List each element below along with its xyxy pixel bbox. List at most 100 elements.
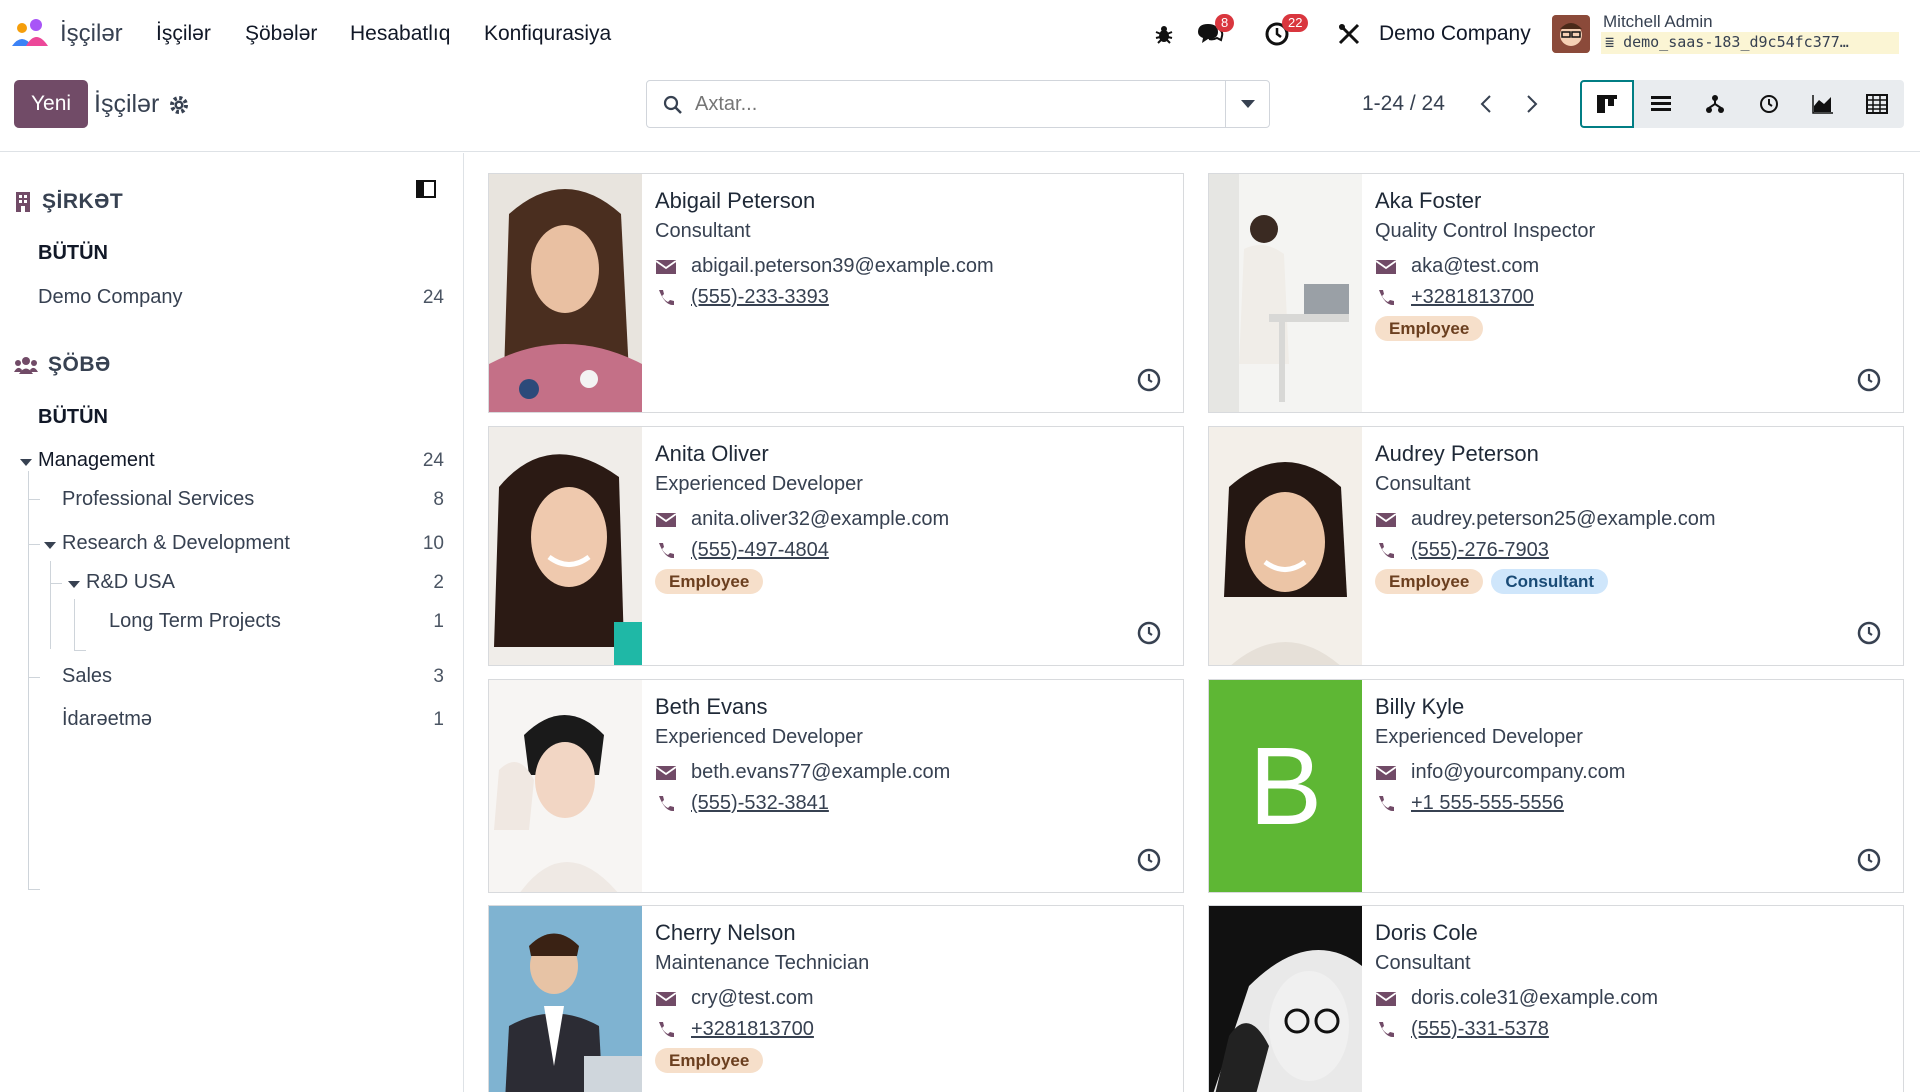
menu-departments[interactable]: Şöbələr — [245, 22, 317, 46]
employee-email: cry@test.com — [691, 987, 814, 1009]
employee-card[interactable]: Audrey Peterson Consultant audrey.peters… — [1208, 426, 1904, 666]
department-long-term-projects[interactable]: Long Term Projects 1 — [0, 608, 464, 638]
app-name[interactable]: İşçilər — [60, 20, 123, 48]
list-view-button[interactable] — [1634, 80, 1688, 128]
employee-phone[interactable]: +3281813700 — [1411, 286, 1534, 309]
view-switcher — [1580, 80, 1904, 128]
new-button[interactable]: Yeni — [14, 80, 88, 128]
tag-employee: Employee — [1375, 569, 1484, 594]
employee-phone[interactable]: +3281813700 — [691, 1018, 814, 1041]
department-administration[interactable]: İdarəetmə 1 — [0, 706, 464, 736]
activity-clock-icon[interactable] — [1137, 368, 1161, 392]
employee-email-line: cry@test.com — [655, 983, 1173, 1014]
department-professional-services[interactable]: Professional Services 8 — [0, 486, 464, 516]
employee-email: audrey.peterson25@example.com — [1411, 508, 1716, 530]
employee-phone[interactable]: (555)-497-4804 — [691, 539, 829, 562]
employee-name: Cherry Nelson — [655, 920, 796, 945]
kanban-view-button[interactable] — [1580, 80, 1634, 128]
phone-icon — [659, 795, 674, 811]
hierarchy-view-button[interactable] — [1688, 80, 1742, 128]
tree-line — [28, 889, 40, 890]
department-all-label: BÜTÜN — [38, 406, 108, 428]
department-research-development[interactable]: Research & Development 10 — [0, 530, 464, 560]
activity-clock-icon[interactable] — [1857, 621, 1881, 645]
department-filter-all[interactable]: BÜTÜN — [0, 404, 464, 434]
activity-clock-icon[interactable] — [1137, 621, 1161, 645]
graph-view-button[interactable] — [1796, 80, 1850, 128]
database-icon: ≣ — [1605, 33, 1624, 51]
activities-badge: 22 — [1282, 14, 1309, 32]
gear-icon[interactable] — [168, 94, 190, 116]
phone-icon — [1379, 795, 1394, 811]
user-avatar[interactable] — [1552, 15, 1590, 53]
activity-clock-icon[interactable] — [1857, 368, 1881, 392]
search-icon — [663, 95, 682, 114]
messages-icon[interactable]: 8 — [1193, 14, 1235, 48]
employee-card[interactable]: Cherry Nelson Maintenance Technician cry… — [488, 905, 1184, 1092]
tools-icon[interactable] — [1335, 20, 1363, 48]
menu-employees[interactable]: İşçilər — [156, 22, 211, 46]
employee-phone-line: (555)-497-4804 — [655, 535, 1173, 566]
control-panel: Yeni İşçilər 1-24 / 24 — [0, 68, 1920, 152]
department-sales[interactable]: Sales 3 — [0, 663, 464, 693]
list-icon — [1651, 96, 1671, 111]
employee-card[interactable]: B Billy Kyle Experienced Developer info@… — [1208, 679, 1904, 893]
caret-down-icon[interactable] — [44, 542, 56, 549]
employee-phone[interactable]: (555)-276-7903 — [1411, 539, 1549, 562]
caret-down-icon[interactable] — [68, 581, 80, 588]
employee-tags: Employee — [655, 569, 1173, 594]
activity-clock-icon[interactable] — [1137, 848, 1161, 872]
company-filter-all[interactable]: BÜTÜN — [0, 240, 464, 270]
employee-card[interactable]: Doris Cole Consultant doris.cole31@examp… — [1208, 905, 1904, 1092]
search-bar — [646, 80, 1270, 128]
company-switcher[interactable]: Demo Company — [1379, 22, 1531, 46]
employee-job-title: Consultant — [1375, 473, 1471, 495]
user-name[interactable]: Mitchell Admin — [1603, 12, 1713, 32]
employees-app-icon[interactable] — [10, 18, 50, 48]
search-input[interactable] — [695, 89, 1195, 119]
employee-phone[interactable]: (555)-331-5378 — [1411, 1018, 1549, 1041]
top-navbar: İşçilər İşçilər Şöbələr Hesabatlıq Konfi… — [0, 0, 1920, 68]
caret-down-icon[interactable] — [20, 459, 32, 466]
employee-photo — [489, 680, 642, 892]
menu-reporting[interactable]: Hesabatlıq — [350, 22, 450, 46]
employee-phone[interactable]: (555)-532-3841 — [691, 792, 829, 815]
employee-phone[interactable]: +1 555-555-5556 — [1411, 792, 1564, 815]
sidebar-collapse-icon[interactable] — [415, 178, 437, 200]
pager-value[interactable]: 1-24 / 24 — [1362, 92, 1445, 116]
employee-name: Aka Foster — [1375, 188, 1482, 213]
pager-next-button[interactable] — [1518, 90, 1546, 118]
employee-name: Beth Evans — [655, 694, 768, 719]
company-section-title: ŞİRKƏT — [42, 190, 124, 213]
employee-job-title: Maintenance Technician — [655, 952, 870, 974]
activities-icon[interactable]: 22 — [1262, 14, 1309, 48]
activity-view-button[interactable] — [1742, 80, 1796, 128]
activity-clock-icon[interactable] — [1857, 848, 1881, 872]
department-section-title: ŞÖBƏ — [48, 353, 111, 376]
employee-photo: B — [1209, 680, 1362, 892]
search-options-toggle[interactable] — [1225, 81, 1269, 127]
employee-phone-line: (555)-331-5378 — [1375, 1014, 1893, 1045]
debug-icon[interactable] — [1150, 20, 1178, 48]
database-name: ≣ demo_saas-183_d9c54fc377… — [1601, 32, 1899, 54]
phone-icon — [1379, 289, 1394, 305]
employee-photo — [1209, 174, 1362, 412]
employee-card[interactable]: Abigail Peterson Consultant abigail.pete… — [488, 173, 1184, 413]
department-rd-usa[interactable]: R&D USA 2 — [0, 569, 464, 599]
pivot-view-button[interactable] — [1850, 80, 1904, 128]
department-label: İdarəetmə — [62, 708, 153, 730]
employee-phone[interactable]: (555)-233-3393 — [691, 286, 829, 309]
envelope-icon — [655, 765, 677, 780]
employee-card[interactable]: Beth Evans Experienced Developer beth.ev… — [488, 679, 1184, 893]
company-filter-demo-company[interactable]: Demo Company 24 — [0, 284, 464, 314]
tag-employee: Employee — [655, 569, 764, 594]
employee-photo — [489, 906, 642, 1092]
department-label: Management — [38, 449, 155, 471]
department-management[interactable]: Management 24 — [0, 447, 464, 477]
pager-previous-button[interactable] — [1472, 90, 1500, 118]
employee-tags: Employee Consultant — [1375, 569, 1893, 594]
employee-card[interactable]: Anita Oliver Experienced Developer anita… — [488, 426, 1184, 666]
department-count: 1 — [433, 709, 444, 730]
menu-configuration[interactable]: Konfiqurasiya — [484, 22, 611, 46]
employee-card[interactable]: Aka Foster Quality Control Inspector aka… — [1208, 173, 1904, 413]
